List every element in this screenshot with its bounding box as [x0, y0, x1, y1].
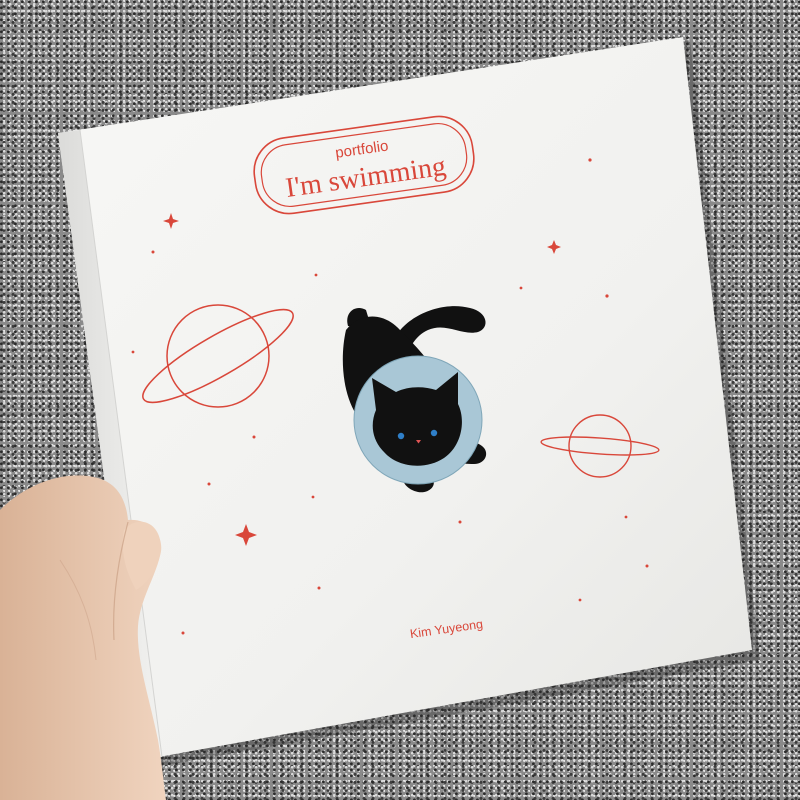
cat-right-eye	[430, 429, 438, 437]
cat-left-eye	[397, 432, 405, 440]
photo-scene: portfolio I'm swimming Kim Yuyeong	[0, 37, 760, 800]
